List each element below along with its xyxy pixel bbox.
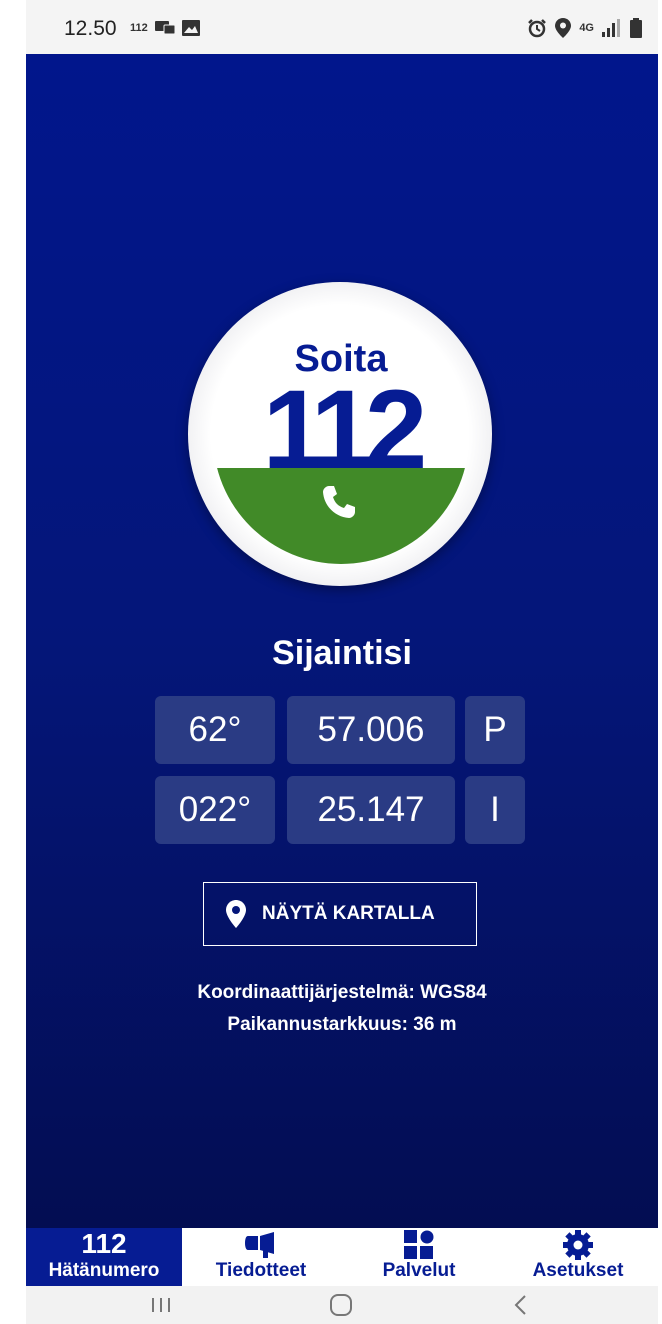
nav-item-services[interactable]: Palvelut [340,1228,498,1286]
image-icon [181,20,200,36]
location-title: Sijaintisi [272,634,412,672]
location-accuracy: Paikannustarkkuus: 36 m [227,1014,457,1035]
latitude-degrees: 62° [155,696,275,764]
show-on-map-label: NÄYTÄ KARTALLA [262,903,435,924]
latitude-hemisphere: P [465,696,525,764]
call-112-inner: Soita 112 [213,308,469,564]
nav-label-services: Palvelut [382,1260,456,1281]
recents-icon[interactable] [136,1286,186,1324]
status-bar: 12.50 112 4G [26,0,658,54]
112-badge-icon: 112 [130,22,148,34]
call-112-button[interactable]: Soita 112 [188,282,492,586]
longitude-hemisphere: I [465,776,525,844]
megaphone-icon [245,1232,274,1258]
latitude-minutes: 57.006 [287,696,455,764]
back-icon[interactable] [496,1286,546,1324]
grid-icon [404,1230,434,1259]
status-right-icons: 4G [527,18,642,38]
location-icon [555,18,572,38]
battery-icon [630,18,642,38]
map-pin-icon [226,900,246,928]
gear-icon [563,1230,593,1260]
nav-item-emergency-number[interactable]: 112 Hätänumero [26,1228,182,1286]
4g-icon: 4G [579,22,594,34]
nav-item-notices[interactable]: Tiedotteet [182,1228,340,1286]
main-content: Soita 112 Sijaintisi 62° 57.006 P 022° 2… [26,54,658,1228]
phone-icon [323,486,355,518]
home-icon[interactable] [316,1286,366,1324]
call-green-band [213,468,469,564]
nav-item-settings[interactable]: Asetukset [498,1228,658,1286]
bottom-nav: 112 Hätänumero Tiedotteet Palvelut Asetu… [26,1228,658,1286]
nav-label-notices: Tiedotteet [215,1260,307,1281]
coordinate-system: Koordinaattijärjestelmä: WGS84 [197,982,487,1003]
message-icon [154,21,176,35]
nav-label-settings: Asetukset [532,1260,624,1281]
112-nav-icon: 112 [81,1228,127,1259]
status-left-icons: 112 [130,20,200,36]
longitude-degrees: 022° [155,776,275,844]
signal-icon [602,19,620,37]
alarm-icon [528,19,547,38]
longitude-minutes: 25.147 [287,776,455,844]
show-on-map-button[interactable]: NÄYTÄ KARTALLA [203,882,477,946]
system-nav-bar [26,1286,658,1324]
app-screen: 12.50 112 4G Soita 112 Sijaintisi 62° 57… [0,0,662,1324]
status-time: 12.50 [64,17,117,40]
nav-label-emergency-number: Hätänumero [48,1260,160,1281]
